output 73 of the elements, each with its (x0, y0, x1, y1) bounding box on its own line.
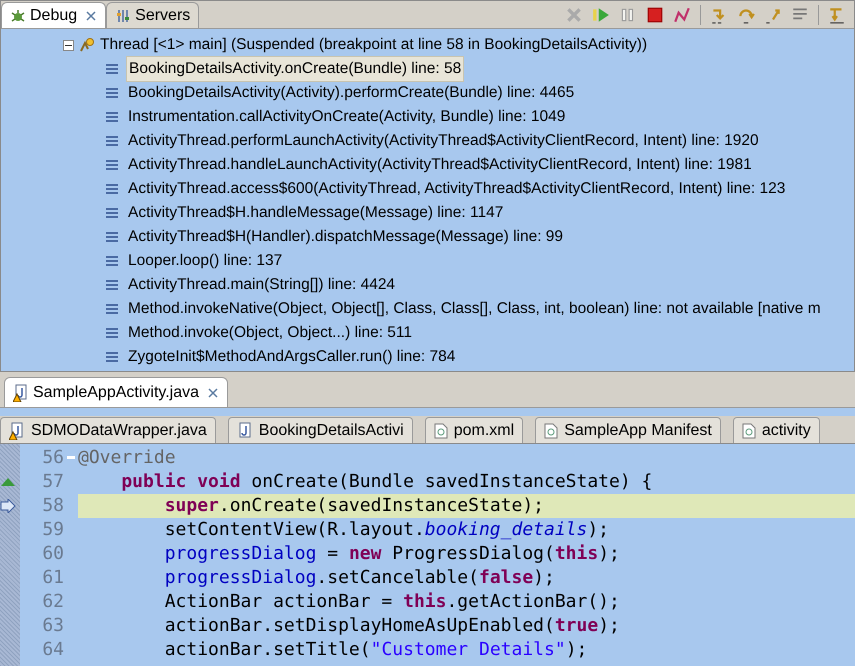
stack-frame[interactable]: ActivityThread.main(String[]) line: 4424 (126, 273, 398, 297)
stack-frame[interactable]: BookingDetailsActivity.onCreate(Bundle) line: 58 (126, 56, 464, 82)
tab-label: Servers (135, 6, 190, 26)
stop-icon[interactable] (646, 6, 664, 24)
stack-frame[interactable]: ActivityThread.performLaunchActivity(ActivityThread$ActivityClientRecord, Intent) line: 1920 (126, 129, 761, 153)
close-icon[interactable] (85, 10, 98, 22)
line-number: 57 (41, 470, 64, 494)
view-tab[interactable]: Servers (106, 2, 200, 28)
line-number: 61 (41, 566, 64, 590)
stack-frame-icon (105, 207, 119, 219)
stack-frame-icon (105, 111, 119, 123)
stack-frame-icon (105, 135, 119, 147)
thread-label[interactable]: Thread [<1> main] (Suspended (breakpoint at line 58 in BookingDetailsActivity)) (100, 33, 648, 57)
code-line: actionBar.setTitle("Customer Details"); (164, 638, 588, 662)
bug-icon (10, 8, 26, 24)
stack-frame[interactable]: ActivityThread$H(Handler).dispatchMessage(Message) line: 99 (126, 225, 566, 249)
disconnect-icon[interactable] (565, 6, 583, 24)
stack-frame-icon (105, 63, 119, 75)
editor-tab[interactable]: pom.xml (424, 417, 524, 443)
line-number: 60 (41, 542, 64, 566)
stack-frame-icon (105, 327, 119, 339)
stack-frame[interactable]: ActivityThread$H.handleMessage(Message) line: 1147 (126, 201, 506, 225)
stack-frame-icon (105, 303, 119, 315)
line-number: 63 (41, 614, 64, 638)
tab-label: SampleAppActivity.java (33, 382, 199, 402)
editor-tab[interactable]: SampleApp Manifest (535, 417, 721, 443)
resume-icon[interactable] (592, 6, 610, 24)
tab-label: SampleApp Manifest (564, 420, 712, 440)
line-number: 56 (41, 446, 64, 470)
close-icon[interactable] (207, 386, 219, 398)
code-line: @Override (78, 446, 177, 470)
stack-frame-icon (105, 231, 119, 243)
network-icon[interactable] (673, 6, 691, 24)
stack-frame[interactable]: Looper.loop() line: 137 (126, 249, 284, 273)
stack-frame-icon (105, 351, 119, 363)
instruction-pointer-icon (0, 499, 16, 513)
fold-icon[interactable] (67, 456, 75, 460)
collapse-icon[interactable] (63, 40, 74, 50)
tab-label: pom.xml (454, 420, 514, 440)
stack-frame[interactable]: Method.invokeNative(Object, Object[], Class, Class[], Class, int, boolean) line: not available [native m (126, 297, 823, 321)
code-line: progressDialog.setCancelable(false); (164, 566, 556, 590)
code-line: actionBar.setDisplayHomeAsUpEnabled(true); (164, 614, 621, 638)
stack-frame[interactable]: BookingDetailsActivity(Activity).performCreate(Bundle) line: 4465 (126, 81, 576, 105)
line-number: 62 (41, 590, 64, 614)
tab-label: activity (762, 420, 811, 440)
stack-frame-icon (105, 183, 119, 195)
stack-frame-icon (105, 255, 119, 267)
line-number: 59 (41, 518, 64, 542)
code-line: setContentView(R.layout.booking_details); (164, 518, 610, 542)
stack-frame-icon (105, 279, 119, 291)
tab-label: Debug (30, 6, 78, 26)
stack-frame[interactable]: ActivityThread.handleLaunchActivity(ActivityThread$ActivityClientRecord, Intent) line: 1981 (126, 153, 754, 177)
line-number: 58 (41, 494, 64, 518)
editor-tab[interactable]: SDMODataWrapper.java (0, 417, 216, 443)
stack-frame[interactable]: Method.invoke(Object, Object...) line: 511 (126, 321, 414, 345)
editor-tab[interactable]: SampleAppActivity.java (4, 377, 228, 407)
thread-icon (79, 37, 95, 53)
code-line: progressDialog = new ProgressDialog(this); (164, 542, 621, 566)
tab-label: SDMODataWrapper.java (31, 420, 207, 440)
stack-frame-icon (105, 87, 119, 99)
stack-frame[interactable]: ZygoteInit$MethodAndArgsCaller.run() line: 784 (126, 345, 458, 369)
code-line: public void onCreate(Bundle savedInstanceState) { (120, 470, 654, 494)
step-filter-icon[interactable] (828, 6, 846, 24)
stack-frame[interactable]: ActivityThread.access$600(ActivityThread, ActivityThread$ActivityClientRecord, Intent) line: 123 (126, 177, 788, 201)
server-icon (115, 8, 132, 24)
stack-frame[interactable]: Instrumentation.callActivityOnCreate(Activity, Bundle) line: 1049 (126, 105, 568, 129)
tab-label: BookingDetailsActivi (258, 420, 404, 440)
editor-tab[interactable]: activity (732, 417, 820, 443)
line-number: 64 (41, 638, 64, 662)
stack-frame-icon (105, 159, 119, 171)
view-tab[interactable]: Debug (1, 2, 106, 28)
editor-tab[interactable]: BookingDetailsActivi (228, 417, 413, 443)
code-line: ActionBar actionBar = this.getActionBar(); (164, 590, 621, 614)
